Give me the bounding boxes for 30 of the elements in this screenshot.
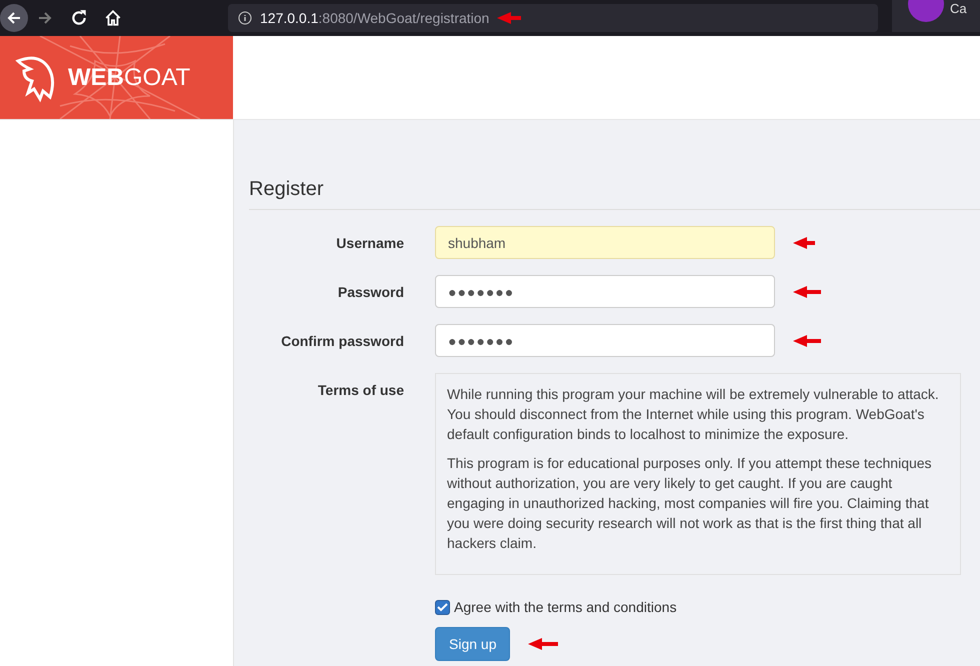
address-bar[interactable]: 127.0.0.1:8080/WebGoat/registration [228, 4, 878, 32]
terms-paragraph: While running this program your machine will be extremely vulnerable to attack. You should disconnect from the Internet while using this program. WebGoat's default configuration binds to localhost to minimize the exposure. [447, 385, 940, 444]
password-field[interactable]: ●●●●●●● [435, 275, 775, 308]
annotation-arrow-icon [793, 236, 815, 248]
annotation-arrow-icon [793, 286, 821, 298]
reload-icon[interactable] [70, 9, 88, 27]
profile-text: Ca [950, 1, 967, 18]
home-icon[interactable] [104, 9, 122, 27]
terms-label: Terms of use [316, 381, 405, 398]
password-field[interactable]: ●●●●●●● [435, 324, 775, 357]
checkmark-icon [437, 602, 448, 612]
url-text: 127.0.0.1:8080/WebGoat/registration [260, 10, 490, 26]
field-label: Password [336, 284, 405, 300]
annotation-arrow-icon [528, 638, 558, 650]
annotation-arrow-icon [793, 334, 821, 346]
username-field[interactable]: shubham [435, 226, 775, 259]
sign-up-button[interactable]: Sign up [435, 627, 510, 661]
field-label: Username [335, 234, 405, 250]
logo-banner[interactable]: WEBGOAT [0, 36, 233, 119]
back-arrow-icon [6, 10, 22, 26]
page-title: Register [249, 178, 980, 210]
forward-icon[interactable] [36, 10, 54, 26]
info-icon [238, 11, 252, 25]
annotation-arrow-icon [497, 12, 522, 24]
back-button[interactable] [0, 4, 28, 32]
agree-checkbox[interactable] [435, 600, 450, 614]
field-label: Confirm password [280, 332, 405, 348]
logo-text: WEBGOAT [68, 64, 190, 92]
agree-label: Agree with the terms and conditions [454, 599, 677, 615]
terms-paragraph: This program is for educational purposes only. If you attempt these techniques without authorization, you are very likely to get caught. If you are caught engaging in unauthorized hacking, most companies will fire you. Claiming that you were doing security research will not work as that is the first thing that all hackers claim. [447, 454, 933, 553]
